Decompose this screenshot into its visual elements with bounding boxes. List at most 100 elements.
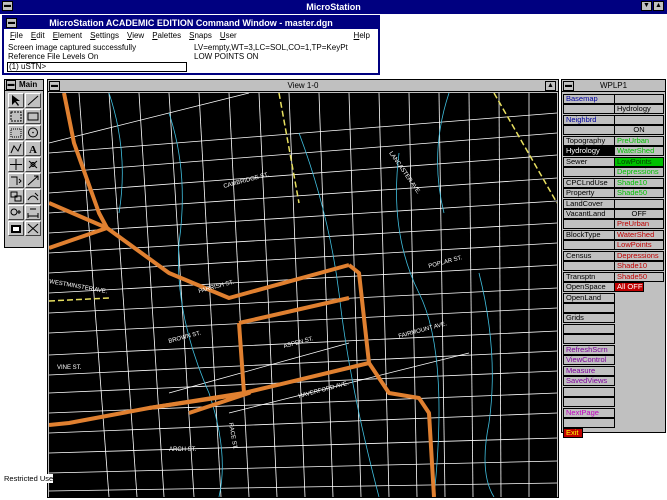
wplp-right-item[interactable]: ON: [614, 125, 664, 136]
wplp-left-item[interactable]: Measure: [563, 365, 615, 376]
wplp-left-item[interactable]: Census: [563, 250, 615, 261]
wplp-right-item: [614, 94, 664, 104]
wplp-right-item[interactable]: LowPoints: [614, 240, 664, 251]
wplp-right-item[interactable]: Shade50: [614, 188, 664, 199]
wplp-right-item[interactable]: PreUrban: [614, 219, 664, 230]
wplp-right-item[interactable]: OFF: [614, 208, 664, 219]
wplp-left-item[interactable]: Hydrology: [563, 146, 615, 157]
wplp-right-item[interactable]: LowPoints: [614, 156, 664, 167]
street-label-arch: ARCH ST.: [169, 447, 197, 453]
drop-element-tool[interactable]: [25, 221, 41, 236]
wplp-right-item[interactable]: PreUrban: [614, 135, 664, 146]
view-window: ▬ View 1-0 ▲ VINE ST. ARCH ST. RACE ST. …: [47, 79, 559, 498]
place-text-tool[interactable]: A: [25, 141, 41, 156]
manipulate-tool[interactable]: [8, 189, 24, 204]
change-element-tool[interactable]: [25, 173, 41, 188]
menu-palettes[interactable]: Palettes: [152, 30, 181, 41]
svg-text:A: A: [29, 144, 37, 155]
wplp-left-item[interactable]: VacantLand: [563, 208, 615, 219]
main-palette-title-bar: ▬ Main: [5, 80, 43, 91]
wplp-right-item[interactable]: WaterShed: [614, 146, 664, 157]
wplp-left-item[interactable]: SavedViews: [563, 376, 615, 387]
wplp-left-item[interactable]: Property: [563, 188, 615, 199]
wplp-right-item[interactable]: All OFF: [614, 282, 644, 293]
street-label-poplar: POPLAR ST.: [428, 255, 463, 270]
wplp-left-item[interactable]: Basemap: [563, 94, 615, 104]
menu-edit[interactable]: Edit: [31, 30, 45, 41]
command-prompt: (1) uSTN>: [9, 62, 47, 71]
wplp-right-item[interactable]: WaterShed: [614, 229, 664, 240]
wplp-left-item: [563, 240, 615, 251]
menu-user[interactable]: User: [220, 30, 237, 41]
wplp-left-item[interactable]: CPCLndUse: [563, 177, 615, 188]
wplp-right-item[interactable]: Shade10: [614, 261, 664, 272]
status-right-1: LV=empty,WT=3,LC=SOL,CO=1,TP=KeyPt: [194, 43, 348, 52]
wplp-menu-button[interactable]: ▬: [563, 81, 574, 91]
map-drawing: VINE ST. ARCH ST. RACE ST. LANCASTER AVE…: [49, 93, 557, 497]
wplp-left-item[interactable]: OpenSpace: [563, 282, 615, 293]
app-title: MicroStation: [306, 2, 361, 12]
delete-tool[interactable]: [25, 189, 41, 204]
place-arc-tool[interactable]: [8, 141, 24, 156]
street-label-vine: VINE ST.: [57, 365, 82, 371]
wplp-right-item[interactable]: Depressions: [614, 167, 664, 178]
wplp-left-item: [563, 125, 615, 136]
command-window-menu-bar: File Edit Element Settings View Palettes…: [4, 30, 378, 41]
street-label-race: RACE ST.: [227, 422, 238, 450]
cell-tool[interactable]: [25, 157, 41, 172]
main-palette: ▬ Main A: [4, 79, 44, 248]
view-menu-button[interactable]: ▬: [49, 81, 60, 91]
wplp-right-item[interactable]: Shade10: [614, 177, 664, 188]
wplp-left-item[interactable]: BlockType: [563, 229, 615, 240]
place-circle-tool[interactable]: [25, 125, 41, 140]
main-palette-title: Main: [19, 80, 38, 89]
menu-element[interactable]: Element: [53, 30, 82, 41]
wplp-left-item[interactable]: Neighbrd: [563, 114, 615, 125]
place-shape-tool[interactable]: [8, 125, 24, 140]
command-window-menu-button[interactable]: ▬: [6, 18, 17, 28]
fence-tool[interactable]: [8, 109, 24, 124]
place-block-tool[interactable]: [25, 109, 41, 124]
wplp-left-item[interactable]: Transptn: [563, 271, 615, 282]
menu-snaps[interactable]: Snaps: [189, 30, 212, 41]
menu-settings[interactable]: Settings: [90, 30, 119, 41]
wplp-left-item[interactable]: Exit: [563, 428, 583, 439]
wplp-right-item[interactable]: Shade50: [614, 271, 664, 282]
wplp-right-item[interactable]: Depressions: [614, 250, 664, 261]
wplp-left-item[interactable]: Grids: [563, 313, 615, 324]
menu-file[interactable]: File: [10, 30, 23, 41]
main-palette-menu-button[interactable]: ▬: [6, 80, 16, 90]
measure-tool[interactable]: [8, 205, 24, 220]
element-selection-tool[interactable]: [8, 93, 24, 108]
view-title-bar: ▬ View 1-0 ▲: [48, 80, 558, 92]
menu-help[interactable]: Help: [354, 30, 378, 41]
app-maximize-button[interactable]: ▲: [653, 1, 664, 11]
wplp-left-item[interactable]: NextPage: [563, 407, 615, 418]
wplp-left-item: [563, 167, 615, 178]
command-window-title: MicroStation ACADEMIC EDITION Command Wi…: [49, 18, 333, 28]
place-point-tool[interactable]: [8, 157, 24, 172]
wplp-left-item[interactable]: RefreshScrn: [563, 344, 615, 355]
status-left-1: Screen image captured successfully: [8, 43, 137, 52]
modify-element-tool[interactable]: [8, 173, 24, 188]
wplp-left-item[interactable]: LandCover: [563, 198, 615, 209]
status-right-2: LOW POINTS ON: [194, 52, 259, 61]
place-line-tool[interactable]: [25, 93, 41, 108]
app-minimize-button[interactable]: ▼: [641, 1, 652, 11]
dimension-tool[interactable]: [25, 205, 41, 220]
menu-view[interactable]: View: [127, 30, 144, 41]
wplp-left-item[interactable]: ViewControl: [563, 355, 615, 366]
wplp-title: WPLP1: [599, 81, 628, 90]
wplp-right-item: [614, 198, 664, 209]
wplp-left-item[interactable]: OpenLand: [563, 292, 615, 303]
wplp-left-item[interactable]: Sewer: [563, 156, 615, 167]
pattern-tool[interactable]: [8, 221, 24, 236]
wplp-right-item[interactable]: Hydrology: [614, 104, 664, 115]
map-canvas[interactable]: VINE ST. ARCH ST. RACE ST. LANCASTER AVE…: [49, 93, 557, 497]
command-prompt-field[interactable]: (1) uSTN>: [7, 62, 187, 72]
street-label-brown: BROWN ST.: [168, 330, 202, 345]
wplp-left-item[interactable]: Topography: [563, 135, 615, 146]
view-maximize-button[interactable]: ▲: [545, 81, 556, 91]
restricted-use-label: Restricted Use: [4, 474, 54, 483]
app-menu-button[interactable]: ▬: [2, 1, 13, 11]
